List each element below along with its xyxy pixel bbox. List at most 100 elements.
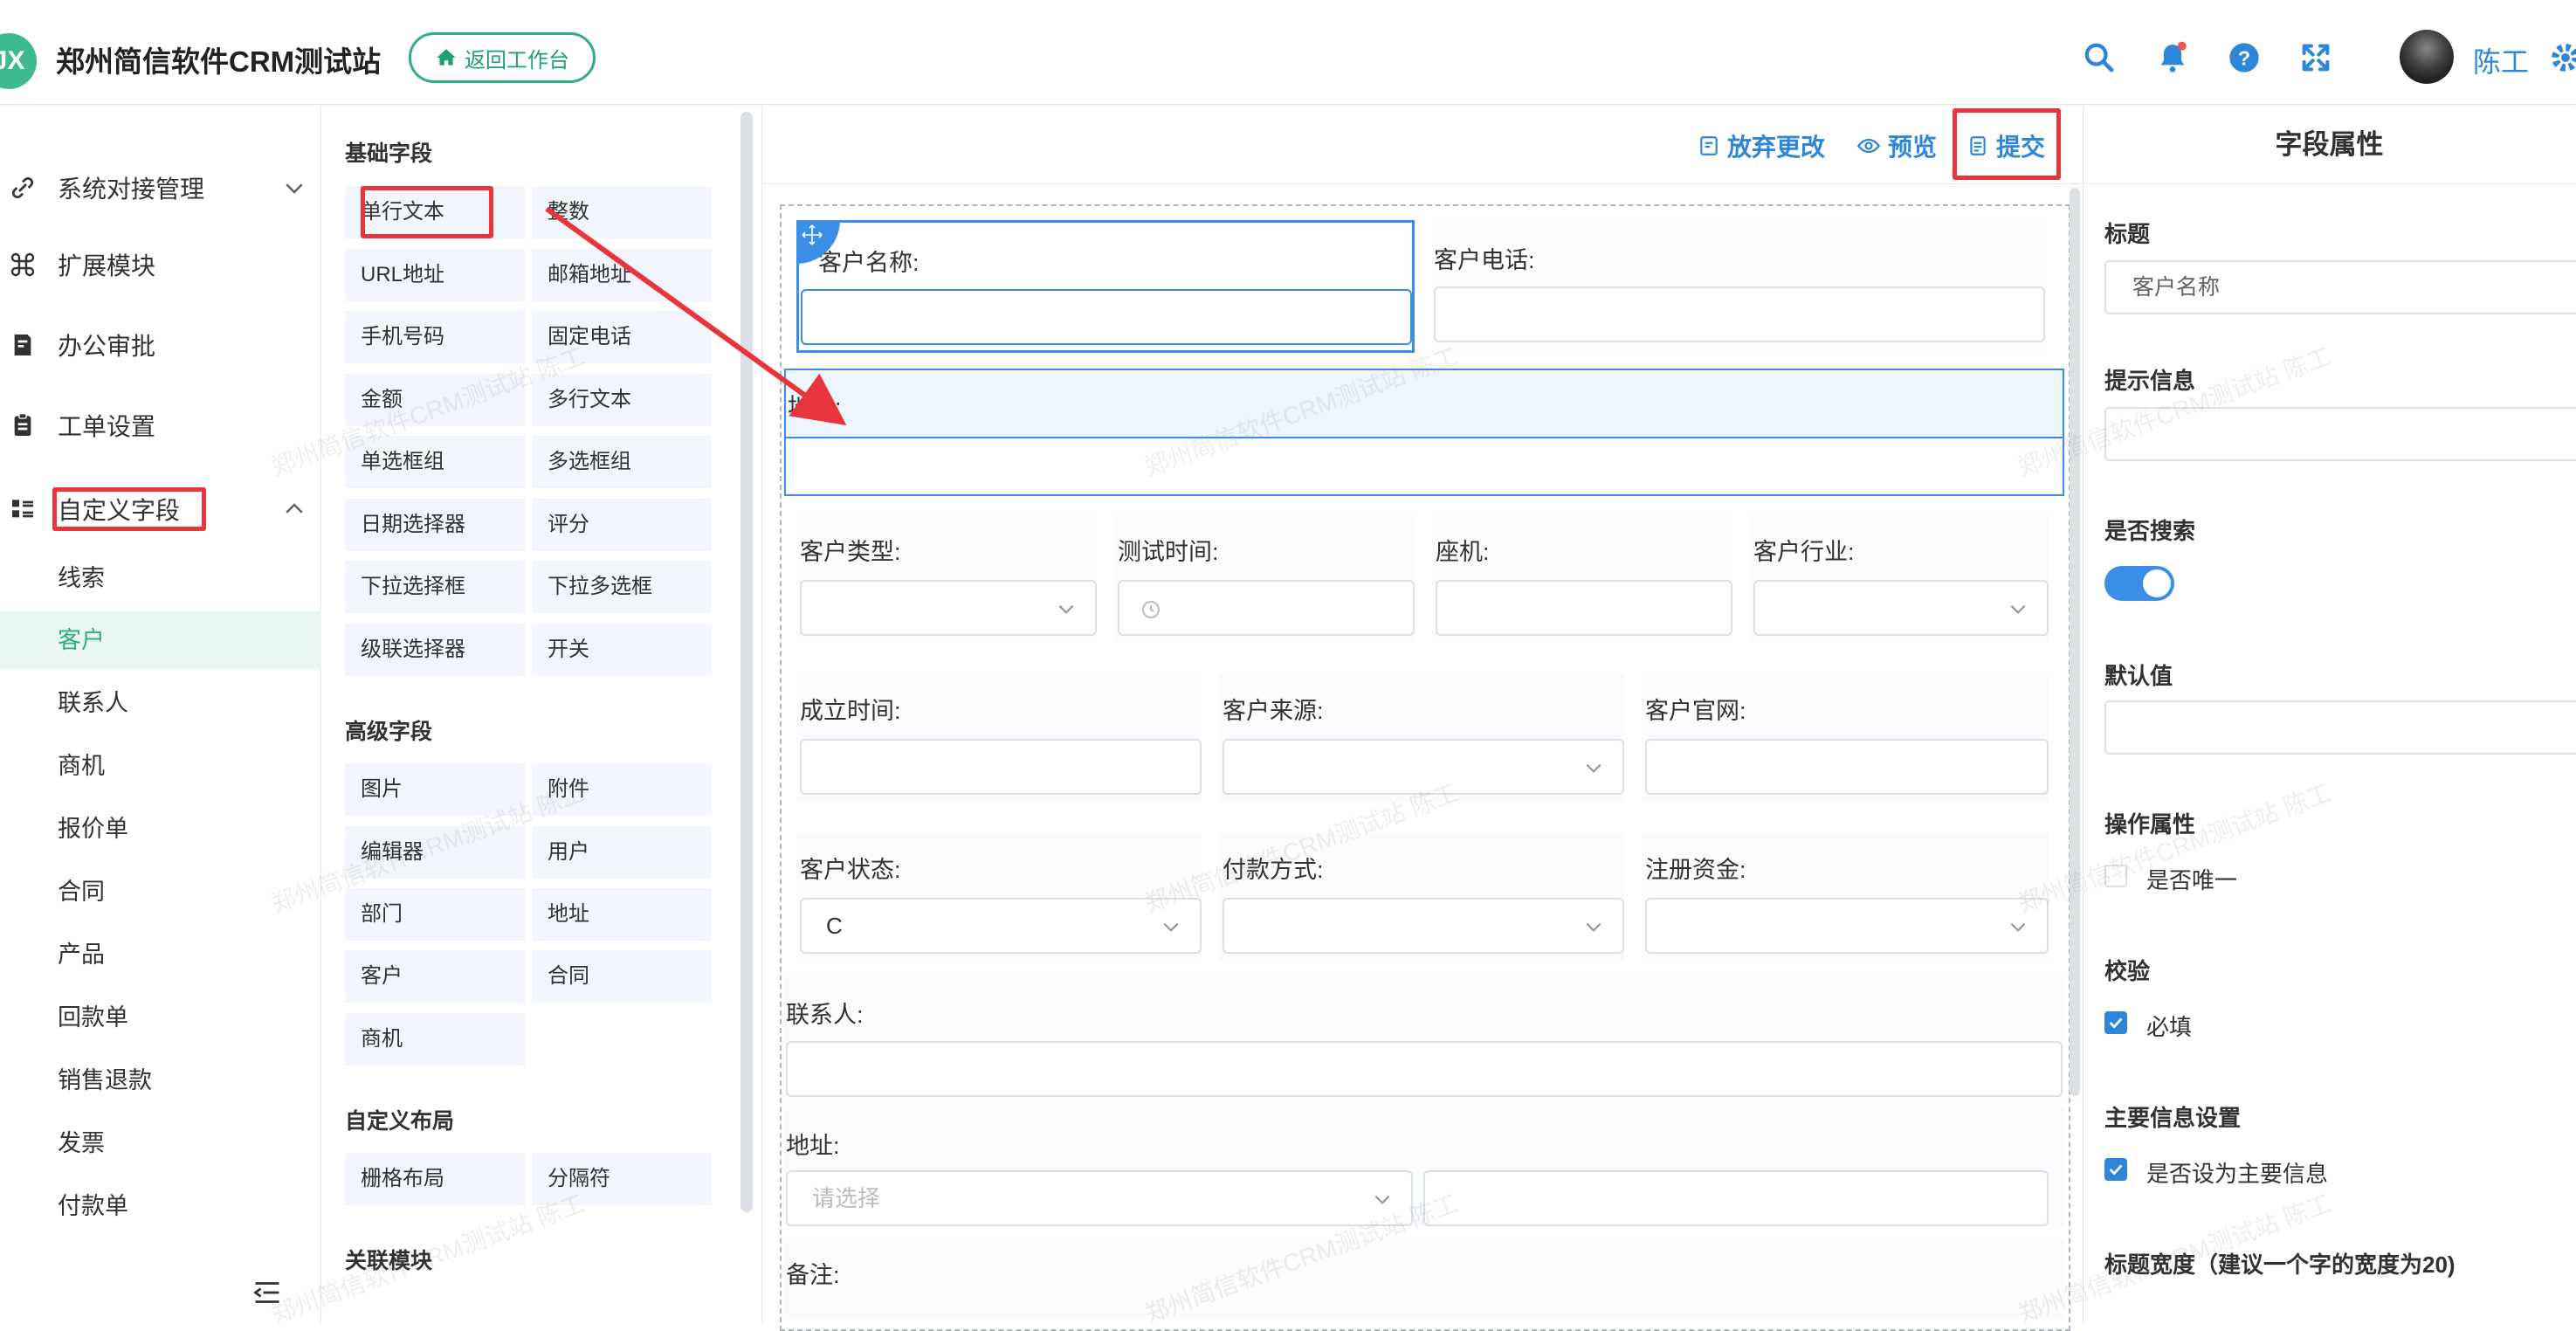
search-icon[interactable] (2082, 40, 2117, 75)
address-region-select[interactable]: 请选择 (786, 1170, 1413, 1226)
customer-source-field[interactable]: 客户来源: (1219, 674, 1624, 802)
gear-icon[interactable] (2548, 40, 2576, 75)
bell-icon[interactable] (2155, 40, 2190, 75)
required-label: 必填 (2146, 1014, 2193, 1040)
address-detail-input[interactable] (1423, 1170, 2049, 1226)
address-drop-input[interactable] (786, 437, 2063, 494)
field-label: 座机: (1436, 539, 1490, 565)
field-label: 客户电话: (1434, 247, 1535, 273)
payment-method-field[interactable]: 付款方式: (1219, 833, 1624, 961)
palette-field[interactable]: 多选框组 (532, 436, 712, 488)
sidebar-sub-item[interactable]: 回款单 (0, 989, 321, 1046)
prop-default-input[interactable] (2104, 700, 2576, 755)
industry-select[interactable] (1753, 580, 2049, 636)
palette-field[interactable]: 地址 (532, 888, 712, 941)
sidebar-sub-item[interactable]: 销售退款 (0, 1052, 321, 1109)
palette-field[interactable]: 附件 (532, 763, 712, 816)
palette-field[interactable]: 栅格布局 (345, 1153, 525, 1205)
palette-field[interactable]: 评分 (532, 499, 712, 551)
fullscreen-icon[interactable] (2298, 40, 2333, 75)
customer-name-field-selected[interactable]: 客户名称: (796, 220, 1415, 353)
palette-field[interactable]: URL地址 (345, 249, 525, 301)
palette-field[interactable]: 图片 (345, 763, 525, 816)
customer-type-field[interactable]: 客户类型: (796, 515, 1097, 643)
website-field[interactable]: 客户官网: (1642, 674, 2049, 802)
user-name[interactable]: 陈工 (2473, 40, 2529, 80)
sidebar-sub-item[interactable]: 付款单 (0, 1177, 321, 1235)
address-drop-field[interactable]: 地址: (784, 369, 2064, 496)
required-checkbox[interactable] (2104, 1011, 2127, 1034)
customer-phone-input[interactable] (1434, 286, 2045, 342)
registered-capital-select[interactable] (1645, 898, 2049, 954)
avatar[interactable] (2400, 30, 2454, 84)
sidebar-item-extension[interactable]: 扩展模块 (0, 234, 321, 295)
sidebar-sub-item[interactable]: 联系人 (0, 674, 321, 732)
sidebar-item-approval[interactable]: 办公审批 (0, 314, 321, 376)
customer-phone-field[interactable]: 客户电话: (1432, 220, 2047, 353)
palette-field[interactable]: 客户 (345, 950, 525, 1003)
submit-button[interactable]: 提交 (1966, 128, 2045, 163)
submit-label: 提交 (1996, 134, 2046, 161)
sidebar-sub-item[interactable]: 发票 (0, 1114, 321, 1172)
discard-icon (1700, 136, 1718, 155)
unique-checkbox[interactable] (2104, 865, 2127, 887)
palette-field[interactable]: 级联选择器 (345, 624, 525, 676)
registered-capital-field[interactable]: 注册资金: (1642, 833, 2049, 961)
industry-field[interactable]: 客户行业: (1750, 515, 2049, 643)
preview-button[interactable]: 预览 (1856, 128, 1937, 163)
palette-field[interactable]: 下拉多选框 (532, 561, 712, 613)
customer-name-input[interactable] (801, 289, 1412, 345)
founded-time-input[interactable] (800, 739, 1202, 795)
contact-field[interactable]: 联系人: (784, 976, 2064, 1099)
address-field[interactable]: 地址: 请选择 (784, 1107, 2064, 1226)
palette-field[interactable]: 手机号码 (345, 311, 525, 363)
palette-field[interactable]: 开关 (532, 624, 712, 676)
field-label: 测试时间: (1118, 539, 1219, 565)
remark-field[interactable]: 备注: (784, 1240, 2064, 1319)
test-time-picker[interactable] (1118, 580, 1415, 636)
landline-input[interactable] (1436, 580, 1732, 636)
sidebar-item-system-integration[interactable]: 系统对接管理 (0, 157, 321, 218)
collapse-menu-icon[interactable] (251, 1277, 283, 1308)
sidebar-sub-item-active[interactable]: 客户 (0, 611, 321, 669)
website-input[interactable] (1645, 739, 2049, 795)
contact-input[interactable] (786, 1041, 2063, 1097)
palette-field[interactable]: 用户 (532, 826, 712, 879)
discard-changes-button[interactable]: 放弃更改 (1698, 128, 1825, 163)
palette-field[interactable]: 部门 (345, 888, 525, 941)
sidebar-sub-item[interactable]: 线索 (0, 549, 321, 607)
customer-status-field[interactable]: 客户状态: C (796, 833, 1202, 961)
chevron-down-icon (1058, 604, 1074, 614)
main-info-checkbox[interactable] (2104, 1158, 2127, 1181)
sidebar-sub-item[interactable]: 合同 (0, 863, 321, 921)
sidebar-item-ticket-settings[interactable]: 工单设置 (0, 395, 321, 456)
palette-field[interactable]: 下拉选择框 (345, 561, 525, 613)
palette-field[interactable]: 分隔符 (532, 1153, 712, 1205)
palette-field[interactable]: 日期选择器 (345, 499, 525, 551)
sidebar-sub-item[interactable]: 产品 (0, 926, 321, 983)
svg-text:?: ? (2238, 46, 2250, 69)
founded-time-field[interactable]: 成立时间: (796, 674, 1202, 802)
test-time-field[interactable]: 测试时间: (1114, 515, 1415, 643)
sidebar-sub-item[interactable]: 商机 (0, 737, 321, 795)
back-to-workbench-button[interactable]: 返回工作台 (409, 32, 596, 83)
palette-field[interactable]: 商机 (345, 1013, 525, 1065)
clock-icon (1142, 601, 1160, 618)
palette-field[interactable]: 合同 (532, 950, 712, 1003)
customer-type-select[interactable] (800, 580, 1097, 636)
sidebar-item-custom-fields[interactable]: 自定义字段 (0, 479, 321, 540)
customer-status-select[interactable]: C (800, 898, 1202, 954)
sidebar-sub-item[interactable]: 报价单 (0, 800, 321, 858)
payment-method-select[interactable] (1223, 898, 1624, 954)
palette-field[interactable]: 编辑器 (345, 826, 525, 879)
prop-hint-input[interactable] (2104, 407, 2576, 461)
palette-field[interactable]: 单选框组 (345, 436, 525, 488)
customer-source-select[interactable] (1223, 739, 1624, 795)
help-icon[interactable]: ? (2227, 40, 2262, 75)
palette-field[interactable]: 单行文本 (345, 186, 525, 238)
palette-field[interactable]: 金额 (345, 374, 525, 426)
landline-field[interactable]: 座机: (1432, 515, 1732, 643)
search-toggle[interactable] (2104, 566, 2174, 601)
canvas-scrollbar[interactable] (2070, 188, 2080, 1096)
prop-title-input[interactable]: 客户名称 (2104, 260, 2576, 314)
